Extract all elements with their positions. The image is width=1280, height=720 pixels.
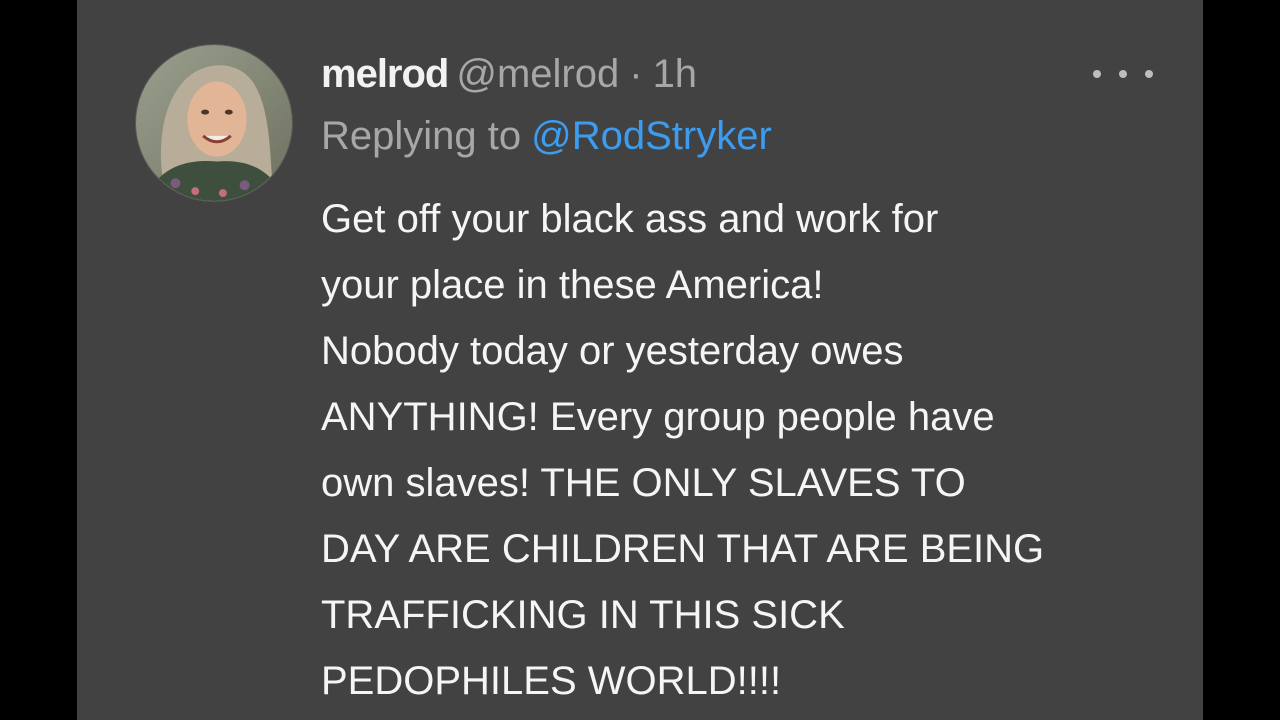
user-avatar-icon xyxy=(136,45,292,201)
tweet-header: melrod @melrod · 1h xyxy=(321,46,697,102)
more-dot xyxy=(1093,70,1101,78)
tweet-text-line: ANYTHING! Every group people have xyxy=(321,395,995,439)
tweet-text-line: own slaves! THE ONLY SLAVES TO xyxy=(321,461,966,505)
more-options-icon[interactable] xyxy=(1093,62,1153,86)
tweet-card[interactable]: melrod @melrod · 1h Replying to @RodStryker … xyxy=(77,0,1203,720)
replying-to-line: Replying to @RodStryker xyxy=(321,108,772,164)
avatar[interactable] xyxy=(135,44,293,202)
replying-to-handle[interactable]: @RodStryker xyxy=(531,114,772,158)
tweet-text-line: DAY ARE CHILDREN THAT ARE BEING xyxy=(321,527,1045,571)
tweet-text-line: Nobody today or yesterday owes xyxy=(321,329,904,373)
author-handle[interactable]: @melrod xyxy=(456,52,619,96)
tweet-text-line: TRAFFICKING IN THIS SICK xyxy=(321,593,845,637)
tweet-text-line: PEDOPHILES WORLD!!!! xyxy=(321,659,782,703)
tweet-text: Get off your black ass and work for your… xyxy=(321,186,1171,714)
tweet-timestamp[interactable]: 1h xyxy=(653,52,698,96)
more-dot xyxy=(1145,70,1153,78)
tweet-text-line: Get off your black ass and work for xyxy=(321,197,939,241)
replying-to-label: Replying to xyxy=(321,114,522,158)
tweet-text-line: your place in these America! xyxy=(321,263,824,307)
more-dot xyxy=(1119,70,1127,78)
author-display-name[interactable]: melrod xyxy=(321,52,449,96)
header-separator: · xyxy=(629,52,643,96)
screen: melrod @melrod · 1h Replying to @RodStryker … xyxy=(0,0,1280,720)
